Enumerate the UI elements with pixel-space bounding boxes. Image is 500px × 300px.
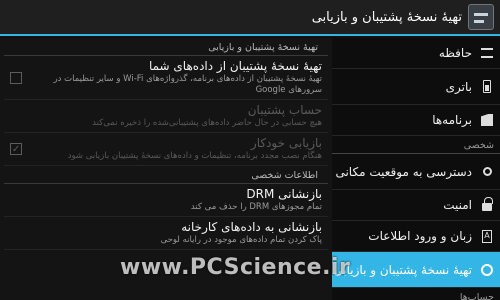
pref-title: حساب پشتیبان [247,103,322,117]
pref-title: بازنشانی به داده‌های کارخانه [181,220,322,234]
sidebar-item-label: دسترسی به موقعیت مکانی [335,164,472,179]
pref-summary: هیچ حسابی در حال حاضر داده‌های پشتیبانی‌… [92,118,322,128]
backup-account-pref[interactable]: حساب پشتیبان هیچ حسابی در حال حاضر داده‌… [4,100,328,133]
pref-summary: تهیهٔ نسخهٔ پشتیبان از داده‌های برنامه، … [53,74,322,95]
sidebar-item-location[interactable]: دسترسی به موقعیت مکانی [332,154,500,190]
drm-reset-pref[interactable]: بازنشانی DRM تمام مجوزهای DRM را حذف می … [4,184,328,217]
sidebar-item-language[interactable]: A زبان و ورود اطلاعات [332,221,500,252]
settings-sidebar: حافظه باتری برنامه‌ها شخصی دسترسی به موق… [332,38,500,300]
sidebar-item-label: تهیهٔ نسخهٔ پشتیبان و بازیابی [333,262,472,277]
sidebar-item-label: برنامه‌ها [432,113,472,127]
sidebar-item-label: حافظه [438,46,472,60]
backup-my-data-pref[interactable]: تهیهٔ نسخهٔ پشتیبان از داده‌های شما تهیه… [4,56,328,100]
sidebar-header-accounts: حساب‌ها [332,288,500,300]
section-header-personal: اطلاعات شخصی [4,166,328,184]
sidebar-item-apps[interactable]: برنامه‌ها [332,105,500,136]
storage-icon [480,46,494,60]
auto-restore-checkbox[interactable]: ✓ [10,143,22,155]
sidebar-item-security[interactable]: امنیت [332,190,500,221]
settings-app-icon[interactable] [468,4,494,30]
auto-restore-pref[interactable]: بازیابی خودکار هنگام نصب مجدد برنامه، تن… [4,133,328,166]
battery-icon [480,80,494,94]
watermark-text: www.PCScience.ir [120,255,351,280]
pref-summary: هنگام نصب مجدد برنامه، تنظیمات و داده‌ها… [67,151,322,161]
backup-icon [480,263,494,277]
backup-my-data-checkbox[interactable] [10,71,22,84]
pref-title: بازیابی خودکار [250,136,322,150]
sidebar-header-personal: شخصی [332,136,500,154]
sidebar-item-battery[interactable]: باتری [332,69,500,105]
sidebar-item-backup-restore[interactable]: تهیهٔ نسخهٔ پشتیبان و بازیابی [332,252,500,288]
location-icon [480,165,494,179]
page-title: تهیهٔ نسخهٔ پشتیبان و بازیابی [311,9,462,25]
lock-icon [480,197,494,212]
sidebar-item-label: امنیت [443,198,472,212]
apps-icon [480,113,494,127]
action-bar: تهیهٔ نسخهٔ پشتیبان و بازیابی [0,0,500,36]
section-header-backup: تهیهٔ نسخهٔ پشتیبان و بازیابی [4,38,328,56]
pref-summary: پاک کردن تمام داده‌های موجود در رایانه ل… [160,235,322,245]
sidebar-item-label: باتری [445,79,472,94]
pref-title: بازنشانی DRM [246,187,322,201]
factory-reset-pref[interactable]: بازنشانی به داده‌های کارخانه پاک کردن تم… [4,217,328,250]
sidebar-item-label: زبان و ورود اطلاعات [368,229,472,243]
pref-summary: تمام مجوزهای DRM را حذف می کند [190,202,322,212]
pref-title: تهیهٔ نسخهٔ پشتیبان از داده‌های شما [148,59,322,73]
sidebar-item-storage[interactable]: حافظه [332,38,500,69]
language-icon: A [480,229,494,243]
